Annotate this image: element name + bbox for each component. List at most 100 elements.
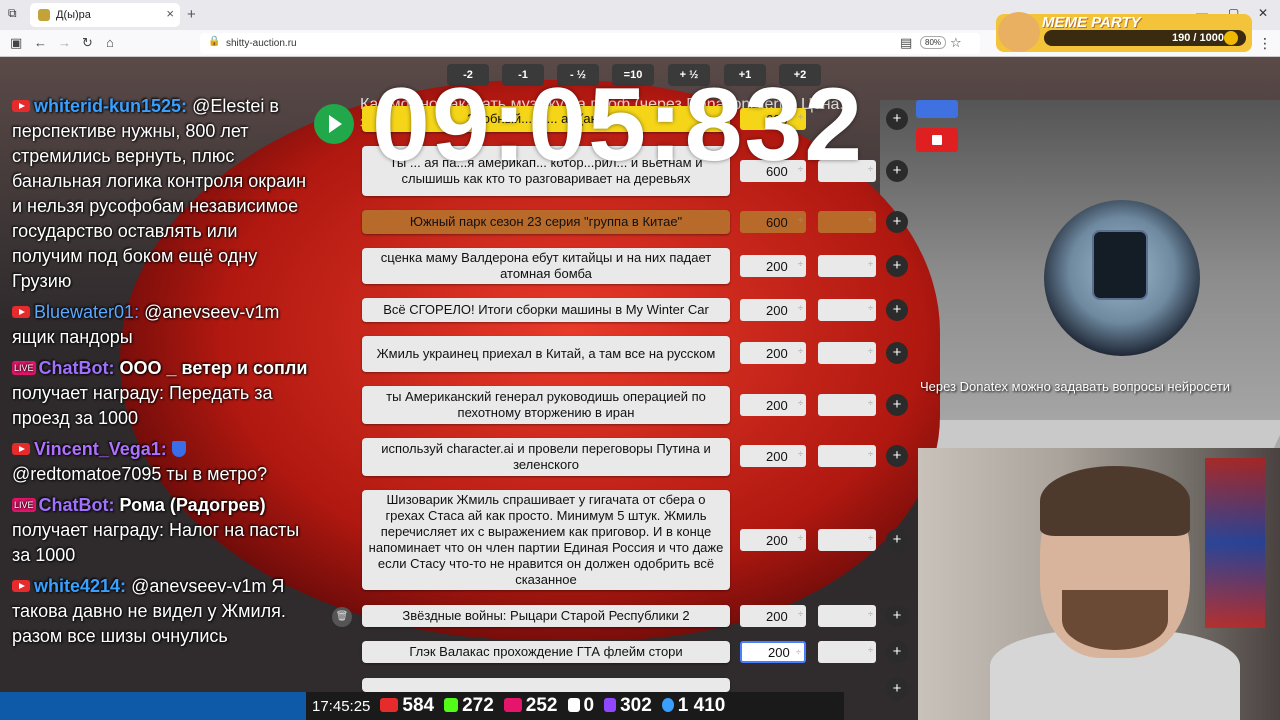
bookmark-star-icon[interactable]: ☆ [950,35,962,51]
reader-icon[interactable]: ▤ [900,35,912,51]
play-button[interactable] [314,104,354,144]
add-amount-input[interactable] [818,529,876,551]
settings-button[interactable] [916,100,958,118]
zoom-badge[interactable]: 80% [920,36,947,49]
forward-icon[interactable]: → [58,35,71,50]
twitch-viewers: 302 [604,695,652,717]
chat-message: LIVE ChatBot: Рома (Радогрев) получает на… [12,493,312,568]
add-amount-input[interactable] [818,394,876,416]
lot-amount[interactable]: 200 [740,445,806,467]
reload-icon[interactable]: ↻ [82,35,93,51]
lot-amount[interactable]: 200 [740,605,806,627]
url-text: shitty-auction.ru [226,38,297,49]
add-amount-input[interactable] [818,342,876,364]
youtube-viewers: 584 [380,695,434,717]
chat-username: whiterid-kun1525: [34,96,188,116]
add-bid-button[interactable]: + [886,211,908,233]
lot-name[interactable]: Шизоварик Жмиль спрашивает у гигачата от… [362,490,730,590]
twitch-icon [604,698,617,712]
youtube-icon [12,100,30,112]
vk-live-icon [503,698,522,712]
vklive-viewers: 252 [503,695,558,717]
add-bid-button[interactable]: + [886,641,908,663]
youtube-icon [380,698,399,712]
lot-name[interactable]: Звёздные войны: Рыцари Старой Республики… [362,605,730,627]
viewer-stats-bar: 17:45:25 584 272 252 0 302 1 410 [306,692,844,720]
add-bid-button[interactable]: + [886,529,908,551]
lock-icon: 🔒 [208,36,221,47]
tab-list-icon[interactable]: ⧉ [8,6,17,21]
add-amount-input[interactable] [818,299,876,321]
lot-amount[interactable]: 200 [740,529,806,551]
add-bid-button[interactable]: + [886,678,908,700]
tab-close-icon[interactable]: × [166,6,174,21]
vklive-count: 252 [525,695,558,716]
meme-party-title: MEME PARTY [1042,14,1141,31]
twitch-count: 302 [620,695,652,716]
add-amount-input[interactable] [818,605,876,627]
lot-amount[interactable]: 200 [740,394,806,416]
sidebar-icon[interactable]: ▣ [10,35,22,51]
chat-reward-user: Рома (Радогрев) [119,495,266,515]
home-icon[interactable]: ⌂ [106,35,114,50]
add-amount-input[interactable] [818,445,876,467]
tab-title: Д(ы)ра [56,9,91,21]
doge-icon [998,12,1040,52]
add-bid-button[interactable]: + [886,299,908,321]
chat-text: получает награду: Налог на пасты за 1000 [12,520,300,565]
new-tab-icon[interactable]: + [187,6,196,23]
lot-amount[interactable]: 600 [740,211,806,233]
add-bid-button[interactable]: + [886,342,908,364]
lot-name[interactable]: ты Американский генерал руководишь опера… [362,386,730,424]
person-icon [661,698,674,712]
chat-reward-user: ООО _ ветер и сопли [119,358,308,378]
add-bid-button[interactable]: + [886,160,908,182]
favicon-icon [38,9,50,21]
chat-overlay: whiterid-kun1525: @Elestei в перспективе… [12,94,312,655]
chat-message: Vincent_Vega1: @redtomatoe7095 ты в метр… [12,437,312,487]
flags-background [1205,458,1265,628]
lot-amount[interactable]: 200 [740,255,806,277]
trash-icon[interactable]: 🗑 [332,607,352,627]
add-bid-button[interactable]: + [886,255,908,277]
add-bid-button[interactable]: + [886,605,908,627]
close-window-icon[interactable]: ✕ [1258,6,1268,20]
live-badge-icon: LIVE [12,498,36,512]
screen: ⧉ Д(ы)ра × + — ▢ ✕ ▣ ← → ↻ ⌂ 🔒 shitty-au… [0,0,1280,720]
chat-message: LIVE ChatBot: ООО _ ветер и сопли получае… [12,356,312,431]
new-lot-input[interactable] [362,678,730,692]
lot-name[interactable]: Всё СГОРЕЛО! Итоги сборки машины в My Wi… [362,298,730,322]
chat-message: Bluewater01: @anevseev-v1m ящик пандоры [12,300,312,350]
youtube-count: 584 [402,695,435,716]
add-amount-input[interactable] [818,255,876,277]
kick-icon [444,698,459,712]
add-bid-button[interactable]: + [886,394,908,416]
lot-amount[interactable]: 200 [740,641,806,663]
kick-viewers: 272 [444,695,494,717]
back-icon[interactable]: ← [34,35,47,50]
add-bid-button[interactable]: + [886,445,908,467]
chat-username: Vincent_Vega1: [34,439,167,459]
meme-party-progress: 190 / 1000 [1044,30,1246,46]
menu-icon[interactable]: ⋮ [1258,35,1272,52]
clock: 17:45:25 [312,697,371,715]
streamer-beard [1062,590,1168,650]
lot-name[interactable]: Жмиль украинец приехал в Китай, а там вс… [362,336,730,372]
add-bid-button[interactable]: + [886,108,908,130]
url-field[interactable]: 🔒 shitty-auction.ru [200,33,980,54]
add-amount-input[interactable] [818,641,876,663]
lot-name[interactable]: Глэк Валакас прохождение ГТА флейм стори [362,641,730,663]
chat-username: white4214: [34,576,127,596]
lot-amount[interactable]: 200 [740,299,806,321]
lot-name[interactable]: используй character.ai и провели перегов… [362,438,730,476]
lot-name[interactable]: Южный парк сезон 23 серия "группа в Кита… [362,210,730,234]
stop-button[interactable] [916,128,958,152]
streamer-hair [1040,466,1190,536]
add-amount-input[interactable] [818,211,876,233]
chat-username: ChatBot: [38,358,115,378]
lot-amount[interactable]: 200 [740,342,806,364]
browser-tab[interactable]: Д(ы)ра × [30,3,180,27]
live-badge-icon: LIVE [12,361,36,375]
lot-name[interactable]: сценка маму Валдерона ебут китайцы и на … [362,248,730,284]
youtube-icon [12,306,30,318]
